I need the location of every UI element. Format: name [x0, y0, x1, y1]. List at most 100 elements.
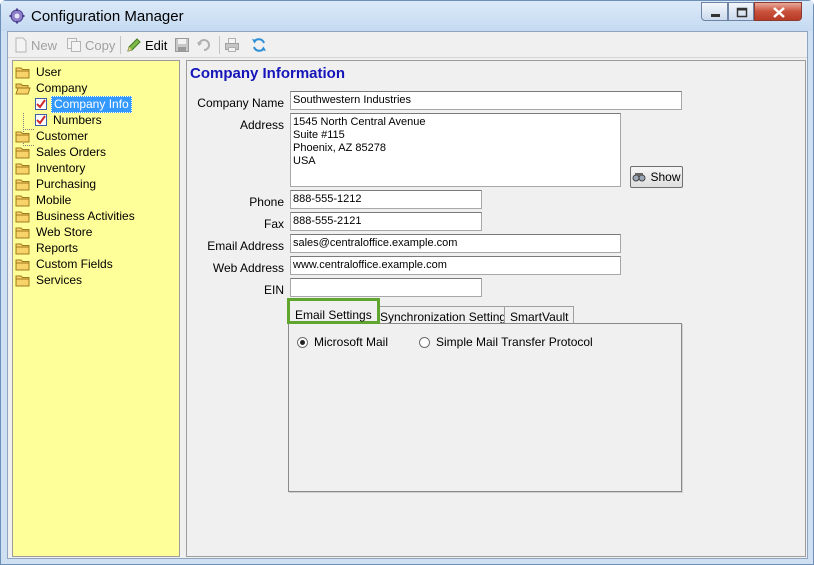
company-name-field[interactable]: Southwestern Industries: [290, 91, 682, 110]
tab-synchronization-settings[interactable]: Synchronization Settings: [374, 306, 519, 324]
tree-item-label: Services: [36, 272, 83, 287]
fax-field[interactable]: 888-555-2121: [290, 212, 482, 231]
undo-button[interactable]: [196, 35, 212, 55]
folder-icon: [15, 131, 30, 143]
tree-item-sales-orders[interactable]: Sales Orders: [15, 144, 108, 160]
folder-icon: [15, 243, 30, 255]
tree-item-web-store[interactable]: Web Store: [15, 224, 94, 240]
email-settings-panel: Microsoft Mail Simple Mail Transfer Prot…: [288, 323, 682, 492]
ein-field[interactable]: [290, 278, 482, 297]
folder-icon: [15, 259, 30, 271]
tab-email-settings[interactable]: Email Settings: [287, 298, 380, 324]
tree-item-custom-fields[interactable]: Custom Fields: [15, 256, 115, 272]
new-document-icon: [15, 37, 27, 53]
ein-label: EIN: [263, 283, 284, 297]
close-button[interactable]: [754, 2, 802, 21]
maximize-button[interactable]: [728, 2, 754, 21]
tree-item-label: Company Info: [51, 95, 132, 113]
copy-button-label: Copy: [85, 37, 116, 53]
phone-label: Phone: [249, 195, 284, 209]
gear-app-icon: [9, 8, 25, 24]
save-icon: [175, 38, 189, 52]
window-title: Configuration Manager: [31, 8, 184, 25]
title-bar: Configuration Manager: [1, 1, 813, 31]
microsoft-mail-radio[interactable]: Microsoft Mail: [297, 335, 388, 349]
address-field[interactable]: 1545 North Central Avenue Suite #115 Pho…: [290, 113, 621, 187]
tree-item-user[interactable]: User: [15, 64, 63, 80]
folder-icon: [15, 147, 30, 159]
tree-item-label: Company: [36, 80, 88, 95]
folder-icon: [15, 275, 30, 287]
minimize-button[interactable]: [701, 2, 728, 21]
new-button[interactable]: New: [14, 35, 57, 55]
undo-icon: [197, 39, 210, 51]
close-icon: [773, 7, 785, 18]
navigation-tree: User Company Company Info Numbers Custom…: [12, 60, 180, 557]
tree-item-services[interactable]: Services: [15, 272, 84, 288]
new-button-label: New: [31, 37, 58, 53]
email-label: Email Address: [207, 239, 284, 253]
folder-icon: [15, 195, 30, 207]
tree-item-label: Web Store: [36, 224, 93, 239]
edit-button[interactable]: Edit: [126, 35, 167, 55]
company-info-panel: Company Information Company Name Southwe…: [186, 60, 806, 557]
microsoft-mail-label: Microsoft Mail: [314, 335, 389, 349]
toolbar-separator: [120, 36, 121, 54]
app-window: Configuration Manager New Copy Edit User…: [0, 0, 814, 565]
web-address-label: Web Address: [212, 261, 284, 275]
smtp-label: Simple Mail Transfer Protocol: [436, 335, 593, 349]
copy-icon: [67, 38, 81, 52]
pencil-icon: [127, 38, 141, 52]
fax-label: Fax: [263, 217, 284, 231]
tree-item-customer[interactable]: Customer: [15, 128, 90, 144]
address-label: Address: [239, 118, 284, 132]
maximize-icon: [736, 7, 748, 18]
folder-icon: [15, 211, 30, 223]
radio-unselected-icon: [419, 336, 430, 348]
show-address-button[interactable]: Show: [630, 166, 683, 188]
folder-icon: [15, 67, 30, 79]
tree-item-label: Inventory: [36, 160, 86, 175]
print-button[interactable]: [224, 35, 240, 55]
radio-selected-icon: [297, 336, 308, 348]
company-name-label: Company Name: [197, 96, 284, 110]
refresh-button[interactable]: [251, 35, 267, 55]
folder-icon: [15, 163, 30, 175]
tree-item-label: Custom Fields: [36, 256, 113, 271]
tree-item-label: Purchasing: [36, 176, 97, 191]
tree-item-business-activities[interactable]: Business Activities: [15, 208, 137, 224]
smtp-radio[interactable]: Simple Mail Transfer Protocol: [419, 335, 593, 349]
tree-item-numbers[interactable]: Numbers: [34, 112, 104, 128]
folder-open-icon: [15, 83, 31, 95]
save-button[interactable]: [174, 35, 190, 55]
tree-item-company[interactable]: Company: [15, 80, 89, 96]
page-title: Company Information: [190, 65, 346, 82]
tree-item-label: Sales Orders: [36, 144, 107, 159]
binoculars-icon: [632, 173, 646, 182]
tree-item-reports[interactable]: Reports: [15, 240, 80, 256]
tree-item-mobile[interactable]: Mobile: [15, 192, 73, 208]
tree-item-label: Reports: [36, 240, 79, 255]
tree-item-label: Customer: [36, 128, 89, 143]
minimize-icon: [711, 14, 720, 17]
web-address-field[interactable]: www.centraloffice.example.com: [290, 256, 621, 275]
copy-button[interactable]: Copy: [66, 35, 115, 55]
checklist-icon: [35, 98, 47, 110]
show-button-label: Show: [650, 170, 681, 184]
checklist-icon: [35, 114, 47, 126]
refresh-icon: [252, 38, 266, 52]
tree-item-purchasing[interactable]: Purchasing: [15, 176, 98, 192]
folder-icon: [15, 227, 30, 239]
tree-item-label: Business Activities: [36, 208, 135, 223]
email-field[interactable]: sales@centraloffice.example.com: [290, 234, 621, 253]
tree-item-company-info[interactable]: Company Info: [34, 95, 132, 113]
tab-smartvault[interactable]: SmartVault: [504, 306, 575, 324]
main-frame: New Copy Edit User Company Company Info …: [7, 31, 808, 559]
printer-icon: [225, 38, 239, 52]
toolbar: New Copy Edit: [8, 32, 807, 58]
folder-icon: [15, 179, 30, 191]
tree-item-label: Mobile: [36, 192, 72, 207]
tree-item-label: Numbers: [53, 112, 102, 127]
phone-field[interactable]: 888-555-1212: [290, 190, 482, 209]
tree-item-inventory[interactable]: Inventory: [15, 160, 87, 176]
